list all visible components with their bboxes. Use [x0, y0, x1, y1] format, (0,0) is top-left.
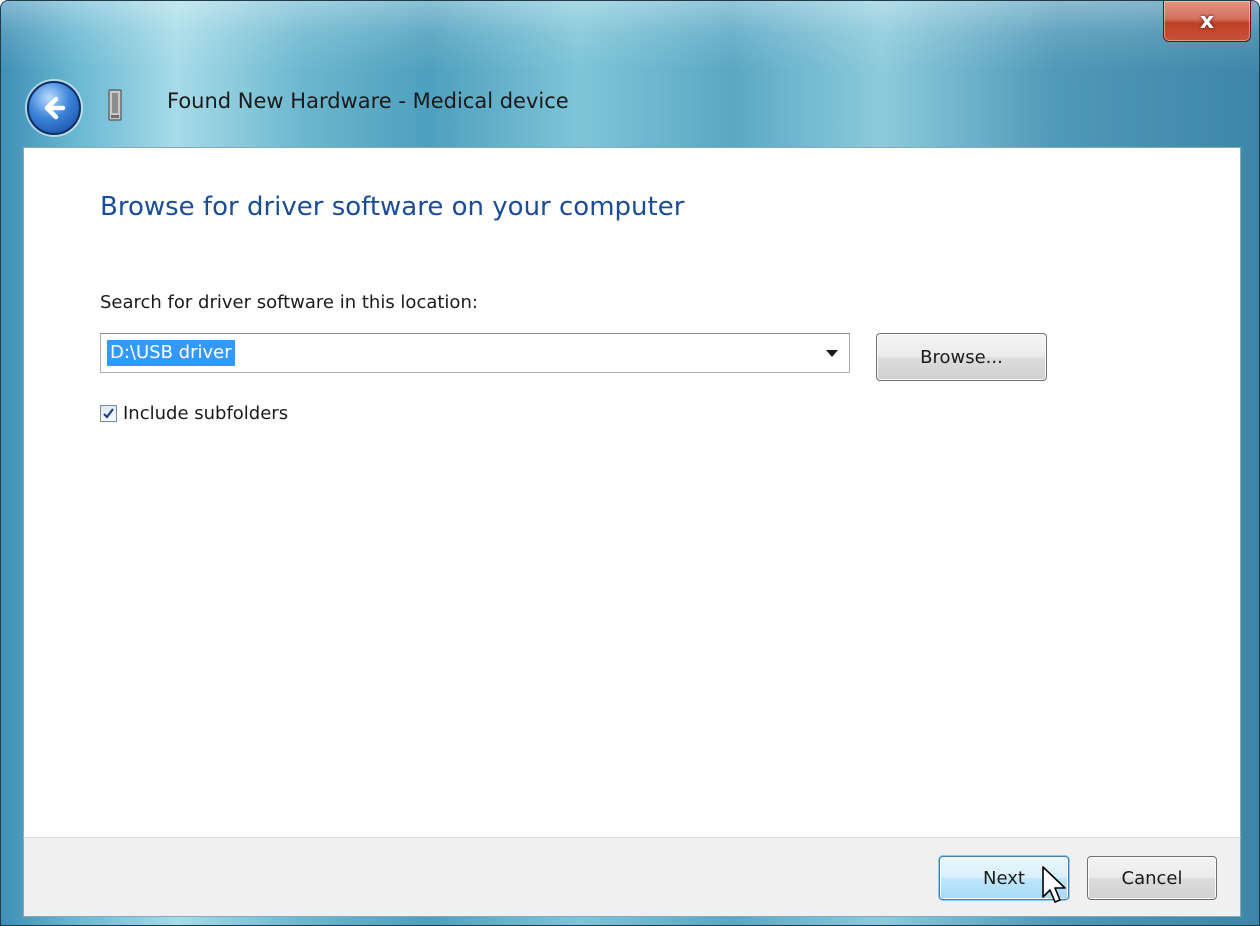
include-subfolders-label: Include subfolders: [123, 402, 289, 424]
close-button[interactable]: x: [1163, 1, 1251, 42]
cancel-button[interactable]: Cancel: [1087, 856, 1217, 900]
include-subfolders-option[interactable]: Include subfolders: [100, 400, 288, 426]
wizard-window: x Found New Hardware - Medical device Br…: [0, 0, 1260, 926]
browse-button[interactable]: Browse...: [876, 333, 1047, 381]
chevron-down-icon: [826, 350, 838, 357]
content-panel: Browse for driver software on your compu…: [23, 147, 1241, 838]
back-arrow-icon: [44, 96, 66, 120]
page-heading: Browse for driver software on your compu…: [100, 192, 685, 222]
search-location-label: Search for driver software in this locat…: [100, 292, 478, 313]
hardware-device-icon: [108, 89, 122, 121]
close-icon: x: [1199, 8, 1215, 34]
mouse-pointer-icon: [1042, 866, 1066, 903]
location-combobox[interactable]: D:\USB driver: [100, 333, 850, 373]
back-button[interactable]: [27, 81, 81, 135]
title-bar: [1, 1, 1259, 71]
location-input[interactable]: D:\USB driver: [107, 340, 235, 366]
checkmark-icon: [103, 407, 114, 419]
include-subfolders-checkbox[interactable]: [100, 404, 117, 422]
combo-dropdown-button[interactable]: [819, 335, 845, 371]
dialog-title: Found New Hardware - Medical device: [167, 89, 569, 113]
